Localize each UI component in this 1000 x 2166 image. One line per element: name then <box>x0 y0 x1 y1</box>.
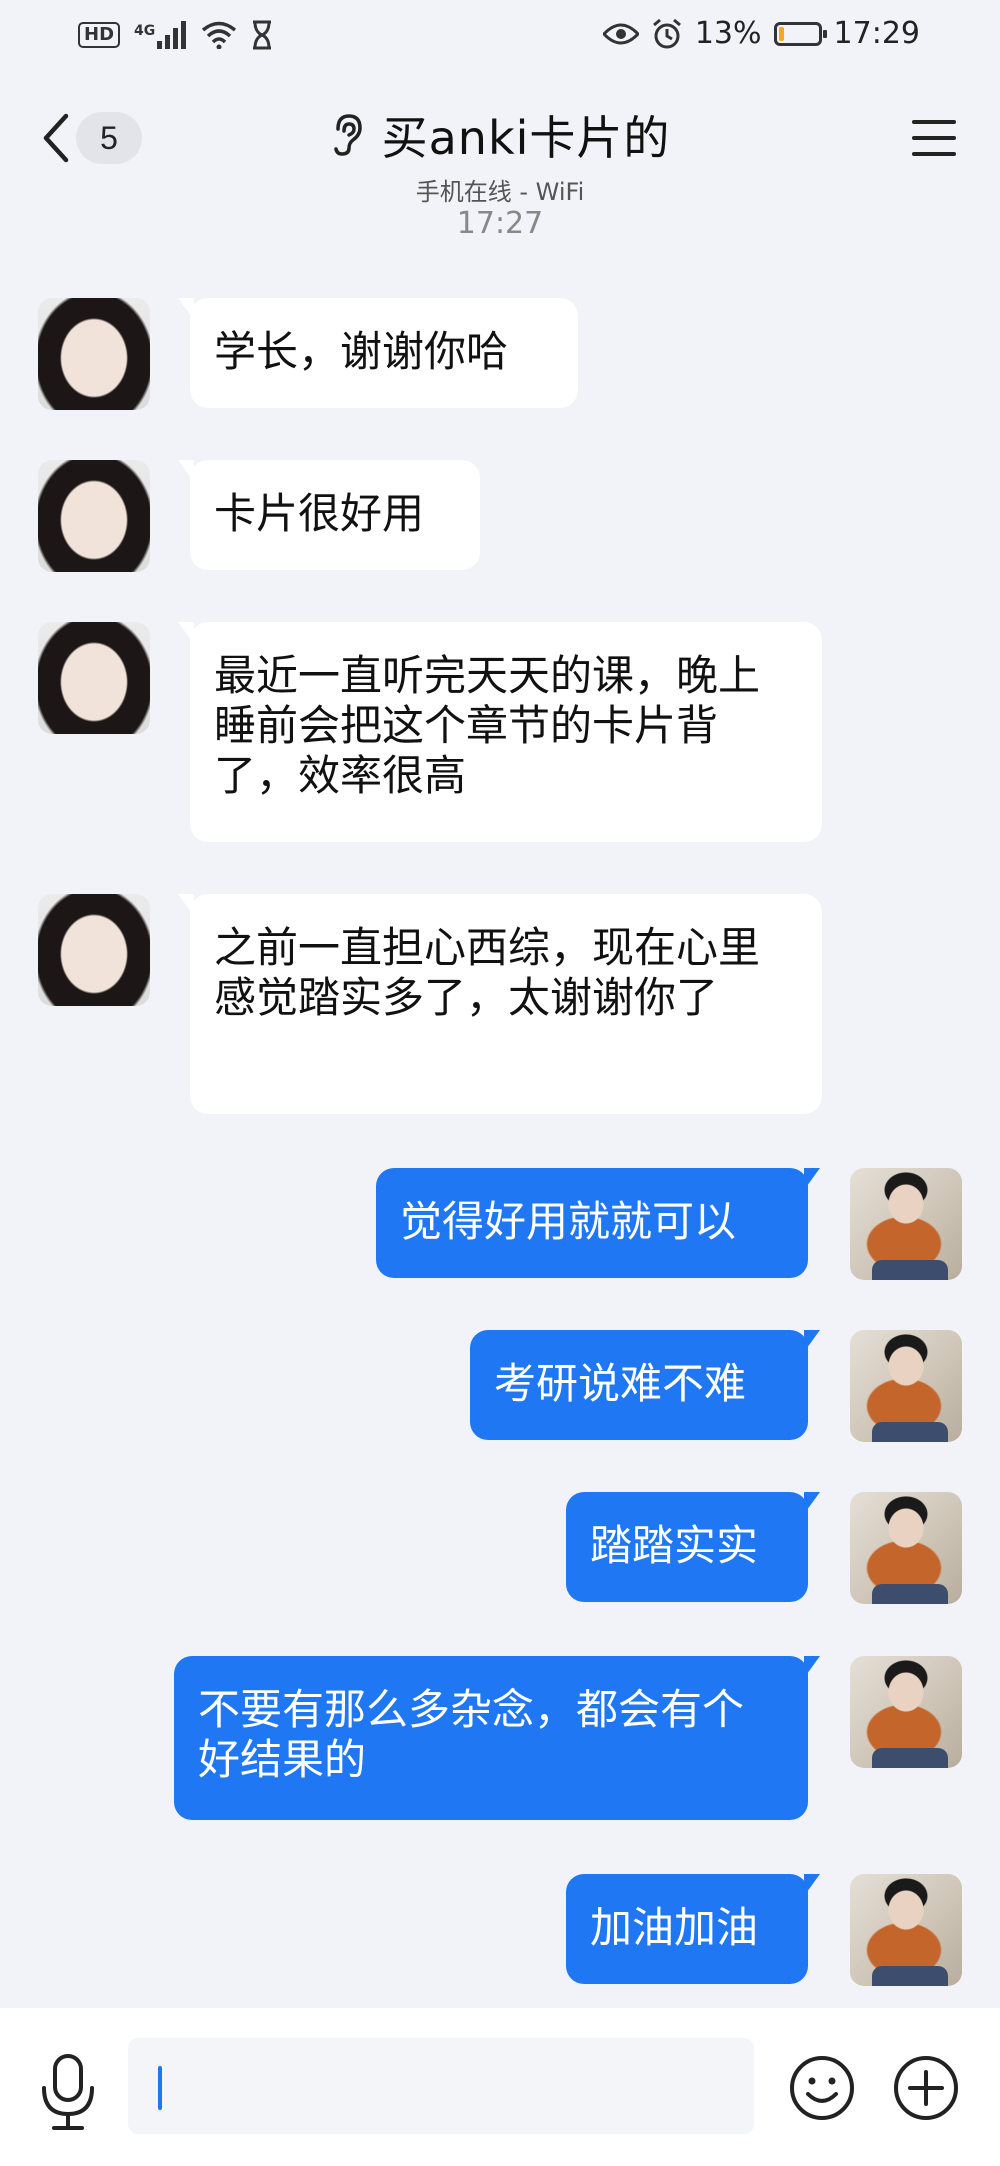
contact-avatar[interactable] <box>38 622 150 734</box>
status-bar-right: 13% 17:29 <box>602 16 920 51</box>
online-status: 手机在线 - WiFi <box>415 178 585 206</box>
eye-icon <box>602 23 639 44</box>
message-bubble[interactable]: 之前一直担心西综，现在心里感觉踏实多了，太谢谢你了 <box>178 894 822 1114</box>
message-bubble[interactable]: 卡片很好用 <box>178 460 480 570</box>
input-bar <box>0 2008 1000 2166</box>
chat-title: 买anki卡片的 <box>381 111 671 165</box>
chat-title-block[interactable]: 买anki卡片的 手机在线 - WiFi <box>0 102 1000 207</box>
wifi-icon <box>202 21 237 49</box>
network-signal: 4G <box>134 21 187 49</box>
message-bubble[interactable]: 学长，谢谢你哈 <box>178 298 578 408</box>
battery-level-fill <box>778 26 784 41</box>
ear-icon <box>333 114 362 156</box>
hd-voice-icon: HD <box>78 22 121 48</box>
alarm-icon <box>652 18 681 48</box>
message-bubble[interactable]: 踏踏实实 <box>566 1492 820 1602</box>
message-bubble[interactable]: 最近一直听完天天的课，晚上睡前会把这个章节的卡片背了，效率很高 <box>178 622 822 842</box>
menu-button[interactable] <box>912 120 956 164</box>
my-avatar[interactable] <box>850 1874 962 1986</box>
status-bar-left: HD 4G <box>78 20 273 50</box>
chat-header: 5 买anki卡片的 手机在线 - WiFi <box>0 80 1000 210</box>
contact-avatar[interactable] <box>38 298 150 410</box>
microphone-icon[interactable] <box>38 2052 98 2132</box>
menu-icon-line <box>912 152 956 156</box>
message-input[interactable] <box>128 2038 754 2134</box>
menu-icon-line <box>912 136 956 140</box>
status-bar: HD 4G 13% 17:29 <box>0 0 1000 80</box>
clock: 17:29 <box>833 16 920 51</box>
hourglass-icon <box>253 20 272 50</box>
cell-signal-icon <box>157 21 187 49</box>
contact-avatar[interactable] <box>38 460 150 572</box>
my-avatar[interactable] <box>850 1492 962 1604</box>
menu-icon-line <box>912 120 956 124</box>
battery-percent: 13% <box>694 16 762 51</box>
message-bubble[interactable]: 觉得好用就就可以 <box>376 1168 820 1278</box>
battery-icon <box>773 21 827 46</box>
plus-icon[interactable] <box>892 2054 960 2122</box>
message-bubble[interactable]: 加油加油 <box>566 1874 820 1984</box>
message-bubble[interactable]: 不要有那么多杂念，都会有个好结果的 <box>174 1656 820 1820</box>
emoji-icon[interactable] <box>788 2054 856 2122</box>
message-bubble[interactable]: 考研说难不难 <box>470 1330 820 1440</box>
text-cursor <box>158 2066 162 2110</box>
my-avatar[interactable] <box>850 1168 962 1280</box>
network-type-label: 4G <box>134 23 156 39</box>
contact-avatar[interactable] <box>38 894 150 1006</box>
my-avatar[interactable] <box>850 1330 962 1442</box>
message-timestamp: 17:27 <box>456 206 544 241</box>
my-avatar[interactable] <box>850 1656 962 1768</box>
